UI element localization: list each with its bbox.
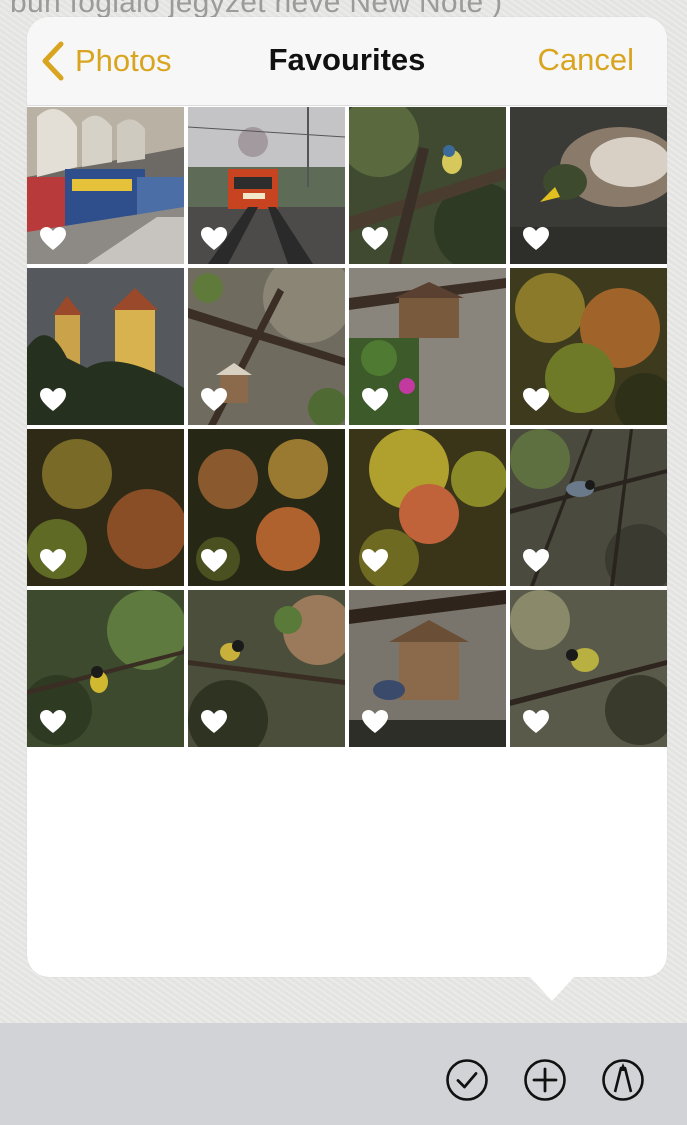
photo-picker-popover: Photos Favourites Cancel xyxy=(27,17,667,977)
heart-icon xyxy=(40,549,66,572)
checkmark-circle-icon[interactable] xyxy=(445,1058,489,1102)
popover-arrow xyxy=(529,976,575,1001)
heart-icon xyxy=(201,388,227,411)
photo-thumbnail-duck[interactable] xyxy=(510,107,667,264)
photo-thumbnail-feeder-flowers[interactable] xyxy=(349,268,506,425)
heart-icon xyxy=(362,388,388,411)
photo-thumbnail-great-tit-ivy[interactable] xyxy=(188,590,345,747)
heart-icon xyxy=(523,710,549,733)
picker-navbar: Photos Favourites Cancel xyxy=(27,17,667,106)
heart-icon xyxy=(201,227,227,250)
photo-thumbnail-bird-feeder[interactable] xyxy=(349,590,506,747)
heart-icon xyxy=(523,549,549,572)
heart-icon xyxy=(201,549,227,572)
notes-toolbar xyxy=(0,1023,687,1125)
photo-thumbnail-red-locomotive[interactable] xyxy=(188,107,345,264)
heart-icon xyxy=(523,388,549,411)
photo-thumbnail-blue-tit[interactable] xyxy=(349,107,506,264)
photo-thumbnail-great-tit-twigs[interactable] xyxy=(510,429,667,586)
markup-pen-icon[interactable] xyxy=(601,1058,645,1102)
heart-icon xyxy=(40,227,66,250)
heart-icon xyxy=(523,227,549,250)
photo-thumbnail-train-station[interactable] xyxy=(27,107,184,264)
plus-circle-icon[interactable] xyxy=(523,1058,567,1102)
heart-icon xyxy=(362,227,388,250)
cancel-button[interactable]: Cancel xyxy=(538,42,635,78)
photo-thumbnail-feeder-branches[interactable] xyxy=(188,268,345,425)
photo-thumbnail-great-tit-bush[interactable] xyxy=(27,590,184,747)
photo-thumbnail-autumn-leaves-3[interactable] xyxy=(188,429,345,586)
photo-thumbnail-great-tit-branch[interactable] xyxy=(510,590,667,747)
photo-grid xyxy=(27,107,667,747)
heart-icon xyxy=(40,710,66,733)
photo-thumbnail-autumn-leaves-4[interactable] xyxy=(349,429,506,586)
photo-thumbnail-church-towers[interactable] xyxy=(27,268,184,425)
heart-icon xyxy=(362,549,388,572)
photo-thumbnail-autumn-leaves-1[interactable] xyxy=(510,268,667,425)
heart-icon xyxy=(362,710,388,733)
photo-thumbnail-autumn-leaves-2[interactable] xyxy=(27,429,184,586)
heart-icon xyxy=(201,710,227,733)
heart-icon xyxy=(40,388,66,411)
